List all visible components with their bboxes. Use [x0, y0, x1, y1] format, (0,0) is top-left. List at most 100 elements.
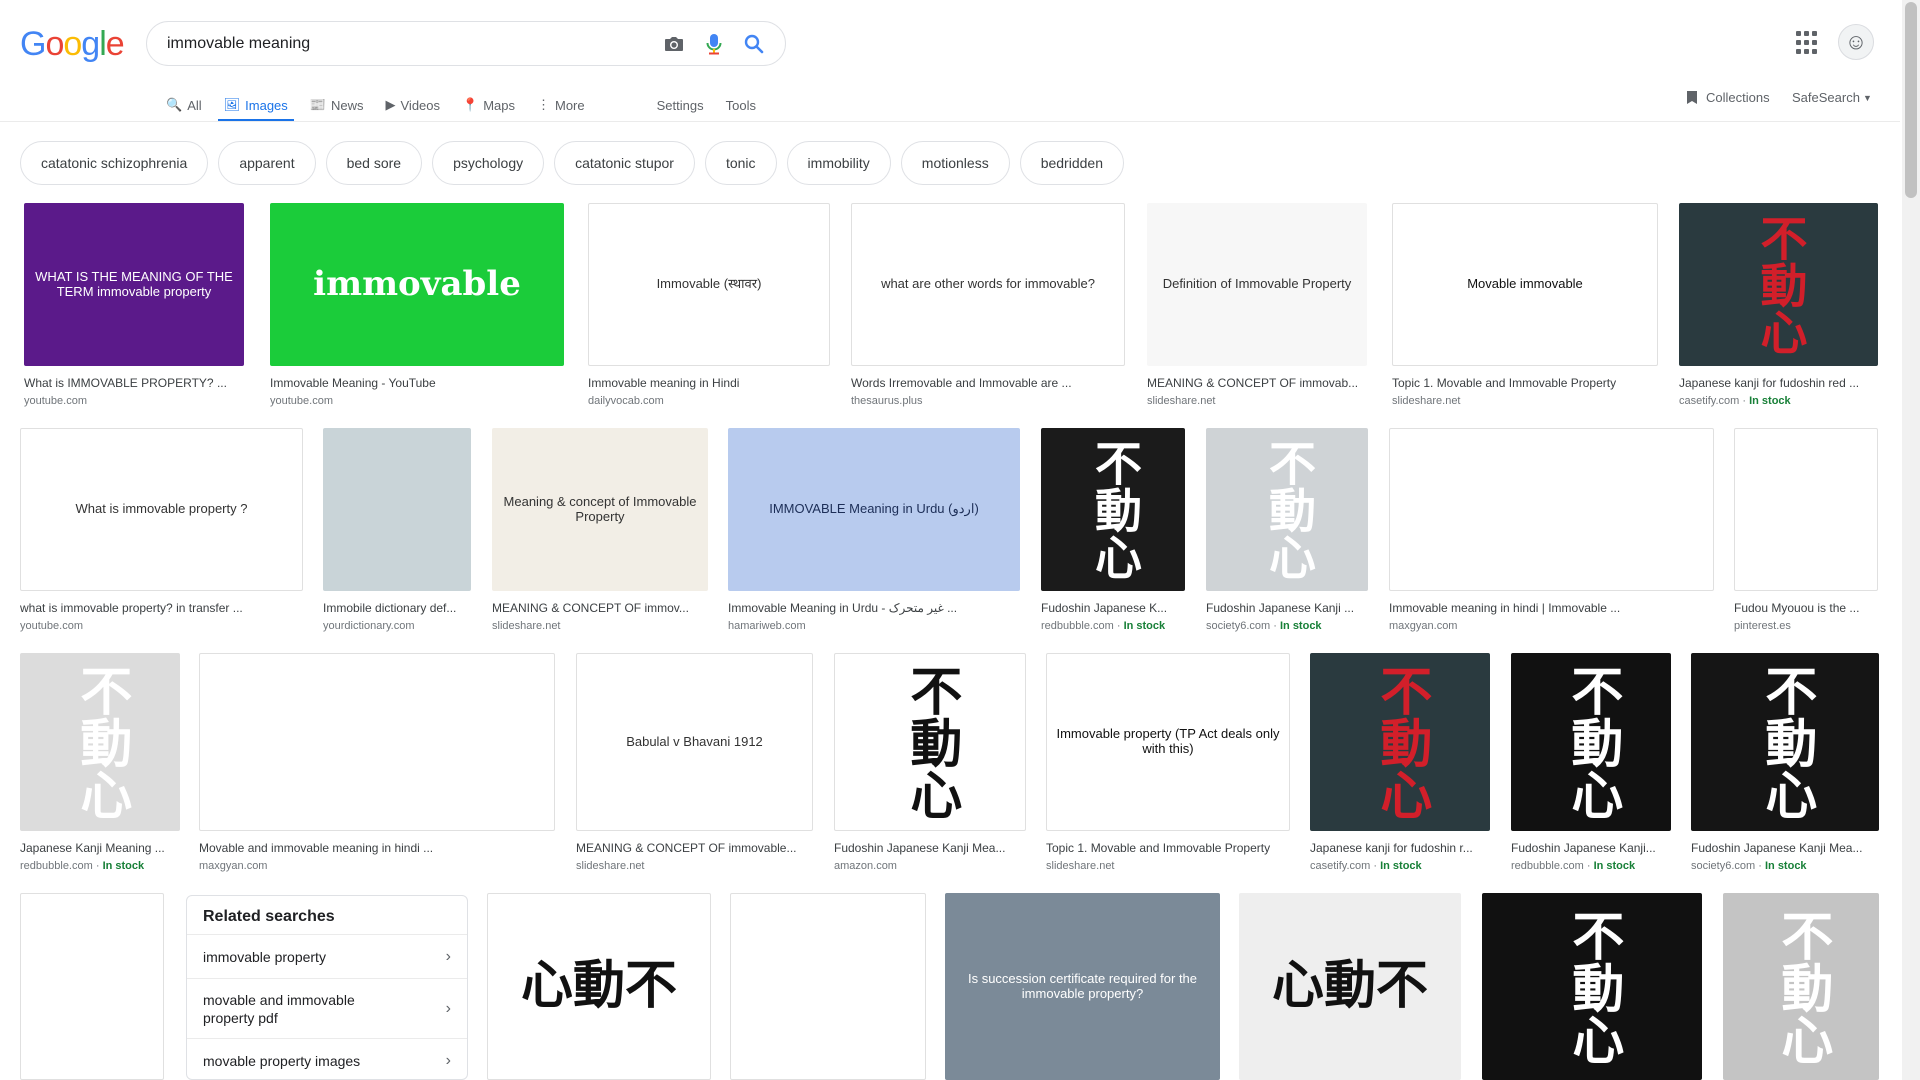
- image-source[interactable]: casetify.com: [1679, 395, 1739, 407]
- image-result[interactable]: 不動心 Japanese kanji for fudoshin r... caset…: [1310, 653, 1490, 874]
- image-result[interactable]: immovable Immovable Meaning - YouTube yout…: [270, 203, 564, 409]
- image-result[interactable]: WHAT IS THE MEANING OF THE TERM immovabl…: [24, 203, 244, 409]
- camera-icon[interactable]: [661, 31, 687, 57]
- image-source[interactable]: pinterest.es: [1734, 620, 1791, 632]
- image-result[interactable]: 不動心 Japanese Kanji Meaning ... redbubble.c…: [20, 653, 180, 874]
- filter-chip[interactable]: bed sore: [325, 141, 423, 185]
- image-title[interactable]: Japanese Kanji Meaning ...: [20, 841, 180, 856]
- image-source[interactable]: yourdictionary.com: [323, 620, 415, 632]
- image-source[interactable]: hamariweb.com: [728, 620, 806, 632]
- image-result[interactable]: Movable immovable Topic 1. Movable and Im…: [1392, 203, 1658, 409]
- image-title[interactable]: Japanese kanji for fudoshin r...: [1310, 841, 1490, 856]
- image-thumbnail[interactable]: Movable immovable: [1392, 203, 1658, 366]
- image-title[interactable]: Movable and immovable meaning in hindi .…: [199, 841, 555, 856]
- image-title[interactable]: Fudoshin Japanese Kanji Mea...: [834, 841, 1026, 856]
- image-title[interactable]: Fudoshin Japanese Kanji ...: [1206, 601, 1368, 616]
- image-thumbnail[interactable]: 不動心: [1041, 428, 1185, 591]
- image-thumbnail[interactable]: Is succession certificate required for t…: [945, 893, 1220, 1080]
- image-result[interactable]: 不動心 Fudoshin Japanese Kanji Mea... society…: [1691, 653, 1879, 874]
- image-result[interactable]: Immobile dictionary def... yourdictionary…: [323, 428, 471, 634]
- image-result[interactable]: what are other words for immovable? Words…: [851, 203, 1125, 409]
- tab-news[interactable]: 📰 News: [310, 90, 364, 120]
- apps-grid-icon[interactable]: [1796, 31, 1820, 55]
- image-result[interactable]: 不動心: [1482, 893, 1702, 1080]
- image-title[interactable]: Immovable Meaning in Urdu - غیر متحرک ..…: [728, 601, 1020, 616]
- image-result[interactable]: 不動心 Fudoshin Japanese Kanji ... society6.c…: [1206, 428, 1368, 634]
- image-result[interactable]: Immovable property (TP Act deals only wi…: [1046, 653, 1290, 874]
- image-source[interactable]: redbubble.com: [20, 860, 93, 872]
- image-source[interactable]: society6.com: [1691, 860, 1755, 872]
- filter-chip[interactable]: bedridden: [1019, 141, 1124, 185]
- image-title[interactable]: Immobile dictionary def...: [323, 601, 471, 616]
- image-source[interactable]: youtube.com: [270, 395, 333, 407]
- image-thumbnail[interactable]: 不動心: [1310, 653, 1490, 831]
- image-thumbnail[interactable]: [199, 653, 555, 831]
- image-thumbnail[interactable]: [323, 428, 471, 591]
- search-input[interactable]: [167, 34, 647, 53]
- tab-images[interactable]: 🖼 Images: [217, 90, 294, 122]
- image-title[interactable]: Fudoshin Japanese Kanji...: [1511, 841, 1671, 856]
- image-thumbnail[interactable]: 不動心: [1511, 653, 1671, 831]
- image-thumbnail[interactable]: immovable: [270, 203, 564, 366]
- microphone-icon[interactable]: [701, 31, 727, 57]
- image-source[interactable]: slideshare.net: [1147, 395, 1216, 407]
- image-title[interactable]: MEANING & CONCEPT OF immovab...: [1147, 376, 1367, 391]
- image-result[interactable]: Definition of Immovable Property MEANING …: [1147, 203, 1367, 409]
- filter-chip[interactable]: motionless: [900, 141, 1010, 185]
- related-search-item[interactable]: movable property images ›: [187, 1038, 467, 1079]
- image-source[interactable]: slideshare.net: [1392, 395, 1461, 407]
- image-thumbnail[interactable]: WHAT IS THE MEANING OF THE TERM immovabl…: [24, 203, 244, 366]
- image-thumbnail[interactable]: 不動心: [1691, 653, 1879, 831]
- image-title[interactable]: Immovable Meaning - YouTube: [270, 376, 564, 391]
- related-search-item[interactable]: immovable property ›: [187, 934, 467, 978]
- filter-chip[interactable]: immobility: [786, 141, 891, 185]
- tab-videos[interactable]: ▶ Videos: [386, 90, 441, 120]
- image-title[interactable]: Fudou Myouou is the ...: [1734, 601, 1878, 616]
- image-title[interactable]: MEANING & CONCEPT OF immovable...: [576, 841, 813, 856]
- image-source[interactable]: slideshare.net: [576, 860, 645, 872]
- image-result[interactable]: Babulal v Bhavani 1912 MEANING & CONCEPT …: [576, 653, 813, 874]
- image-result[interactable]: What is immovable property ? what is immo…: [20, 428, 303, 634]
- image-source[interactable]: society6.com: [1206, 620, 1270, 632]
- scrollbar-thumb[interactable]: [1905, 2, 1917, 198]
- image-source[interactable]: youtube.com: [24, 395, 87, 407]
- image-result[interactable]: Movable and immovable meaning in hindi .…: [199, 653, 555, 874]
- image-title[interactable]: Topic 1. Movable and Immovable Property: [1392, 376, 1658, 391]
- image-thumbnail[interactable]: 心動不: [487, 893, 711, 1080]
- filter-chip[interactable]: apparent: [218, 141, 316, 185]
- image-result[interactable]: [730, 893, 926, 1080]
- image-thumbnail[interactable]: 心動不: [1239, 893, 1461, 1080]
- image-thumbnail[interactable]: 不動心: [20, 653, 180, 831]
- image-thumbnail[interactable]: Babulal v Bhavani 1912: [576, 653, 813, 831]
- image-result[interactable]: Immovable (स्थावर) Immovable meaning in H…: [588, 203, 830, 409]
- image-result[interactable]: 不動心 Fudoshin Japanese K... redbubble.com ·…: [1041, 428, 1185, 634]
- image-result[interactable]: Fudou Myouou is the ... pinterest.es: [1734, 428, 1878, 634]
- avatar[interactable]: ☺: [1838, 24, 1874, 60]
- image-source[interactable]: thesaurus.plus: [851, 395, 923, 407]
- image-thumbnail[interactable]: Immovable property (TP Act deals only wi…: [1046, 653, 1290, 831]
- image-result[interactable]: Is succession certificate required for t…: [945, 893, 1220, 1080]
- image-source[interactable]: maxgyan.com: [199, 860, 267, 872]
- image-thumbnail[interactable]: IMMOVABLE Meaning in Urdu (اردو): [728, 428, 1020, 591]
- image-title[interactable]: Topic 1. Movable and Immovable Property: [1046, 841, 1290, 856]
- image-source[interactable]: maxgyan.com: [1389, 620, 1457, 632]
- image-source[interactable]: dailyvocab.com: [588, 395, 664, 407]
- settings-link[interactable]: Settings: [657, 90, 704, 120]
- filter-chip[interactable]: tonic: [704, 141, 777, 185]
- image-title[interactable]: Fudoshin Japanese K...: [1041, 601, 1185, 616]
- image-result[interactable]: [20, 893, 164, 1080]
- image-source[interactable]: redbubble.com: [1511, 860, 1584, 872]
- image-source[interactable]: casetify.com: [1310, 860, 1370, 872]
- image-thumbnail[interactable]: what are other words for immovable?: [851, 203, 1125, 366]
- image-source[interactable]: youtube.com: [20, 620, 83, 632]
- tab-more[interactable]: ⋮ More: [537, 90, 585, 120]
- image-result[interactable]: 心動不: [1239, 893, 1461, 1080]
- image-title[interactable]: What is IMMOVABLE PROPERTY? ...: [24, 376, 244, 391]
- search-icon[interactable]: [741, 31, 767, 57]
- image-result[interactable]: 不動心 Fudoshin Japanese Kanji Mea... amazon.…: [834, 653, 1026, 874]
- image-title[interactable]: Fudoshin Japanese Kanji Mea...: [1691, 841, 1879, 856]
- tab-maps[interactable]: 📍 Maps: [462, 90, 515, 120]
- image-source[interactable]: amazon.com: [834, 860, 897, 872]
- image-thumbnail[interactable]: [730, 893, 926, 1080]
- image-title[interactable]: MEANING & CONCEPT OF immov...: [492, 601, 708, 616]
